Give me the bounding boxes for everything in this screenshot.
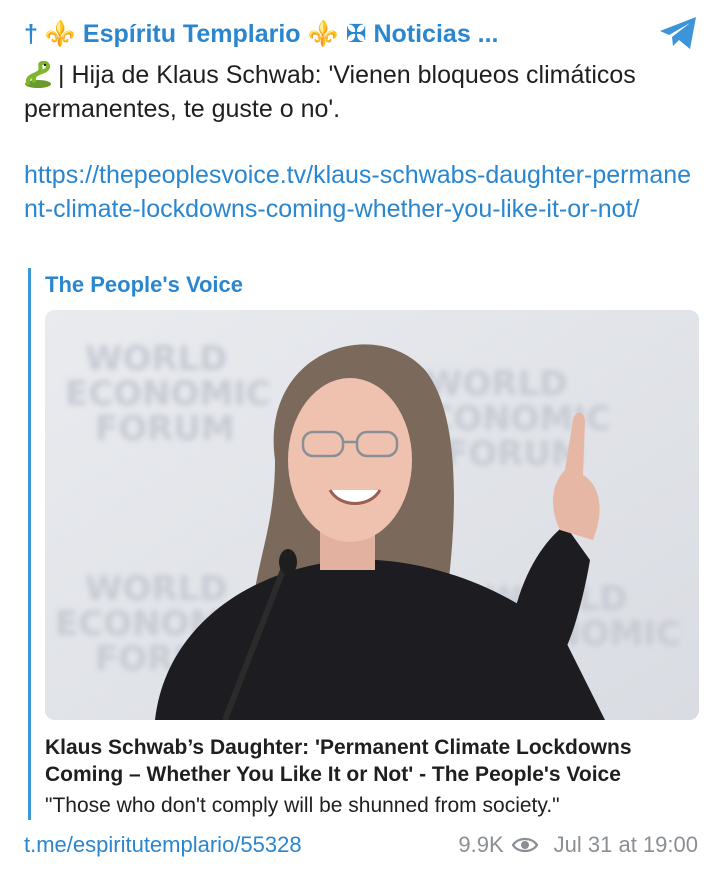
photo-woman-speaking-icon: WORLD ECONOMIC FORUM WORLD ECONOMIC FORU… [45,310,699,720]
link-preview[interactable]: The People's Voice WORLD ECONOMIC FORUM … [28,268,703,820]
telegram-share-icon[interactable] [658,14,700,52]
eye-icon [511,837,538,853]
message-text: | Hija de Klaus Schwab: 'Vienen bloqueos… [24,58,704,126]
post-link[interactable]: t.me/espiritutemplario/55328 [24,832,302,858]
svg-text:WORLD: WORLD [425,364,567,404]
svg-text:WORLD: WORLD [85,569,227,609]
preview-headline: Klaus Schwab’s Daughter: 'Permanent Clim… [45,736,632,786]
channel-title[interactable]: † ⚜️ Espíritu Templario ⚜️ ✠ Noticias ..… [24,19,499,49]
article-link[interactable]: https://thepeoplesvoice.tv/klaus-schwabs… [24,158,704,226]
channel-header: † ⚜️ Espíritu Templario ⚜️ ✠ Noticias ..… [24,14,702,54]
preview-site-name: The People's Voice [45,272,243,297]
message-body: | Hija de Klaus Schwab: 'Vienen bloqueos… [24,61,636,123]
svg-text:FORUM: FORUM [445,434,585,474]
post-timestamp: Jul 31 at 19:00 [553,832,698,857]
svg-text:FORUM: FORUM [95,409,235,449]
preview-image[interactable]: WORLD ECONOMIC FORUM WORLD ECONOMIC FORU… [45,310,699,720]
svg-text:WORLD: WORLD [85,339,227,379]
snake-emoji-icon [25,61,51,88]
preview-description: "Those who don't comply will be shunned … [45,794,560,817]
view-count: 9.9K [458,832,504,857]
post-meta: 9.9K Jul 31 at 19:00 [458,832,698,858]
svg-text:ECONOMIC: ECONOMIC [65,374,271,414]
